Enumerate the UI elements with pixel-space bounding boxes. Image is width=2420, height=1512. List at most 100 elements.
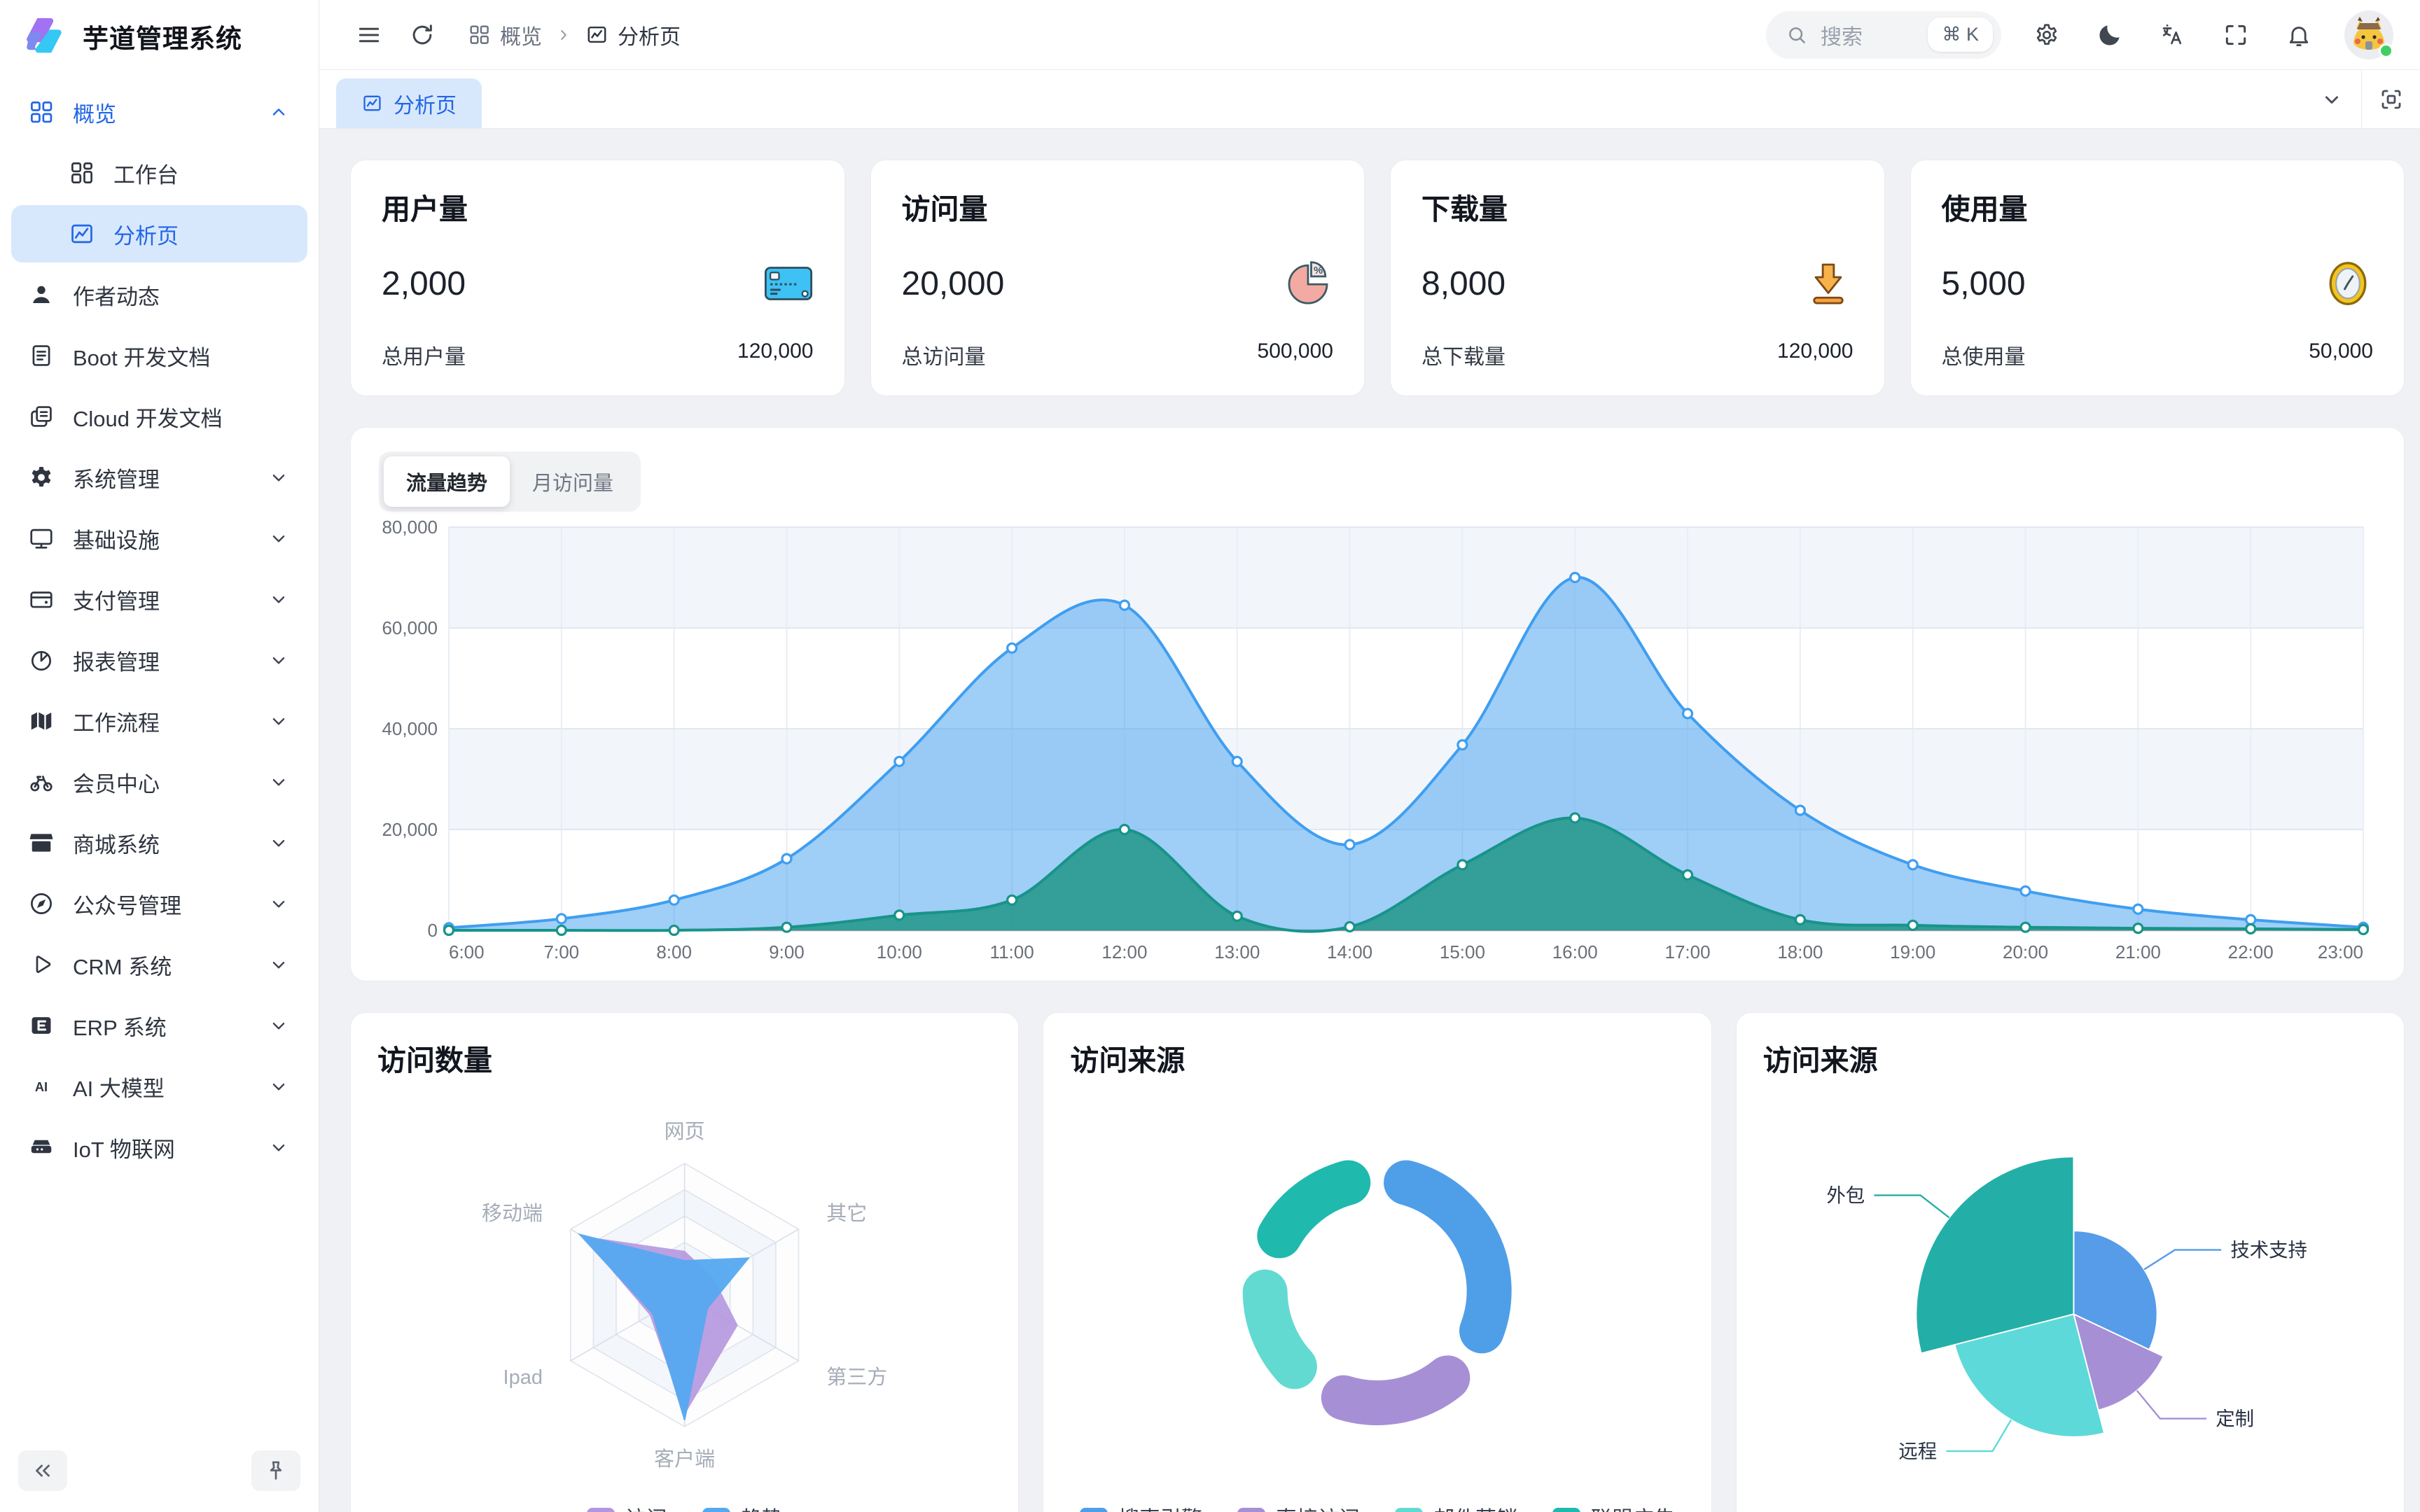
legend-swatch (587, 1508, 615, 1512)
legend-swatch (1395, 1508, 1423, 1512)
tab-list-dropdown-button[interactable] (2302, 70, 2361, 128)
sidebar-item-infra[interactable]: 基础设施 (11, 510, 307, 567)
traffic-panel: 流量趋势 月访问量 020,00040,00060,00080,0006:007… (350, 427, 2405, 981)
sidebar-item-label: IoT 物联网 (73, 1132, 175, 1163)
stat-footer-value: 120,000 (737, 340, 813, 370)
notifications-button[interactable] (2281, 18, 2316, 52)
radar-axis-label: 移动端 (482, 1202, 543, 1225)
radar-axis-label: Ipad (503, 1366, 543, 1389)
sidebar-item-cloud-docs[interactable]: Cloud 开发文档 (11, 388, 307, 445)
sidebar-item-payment[interactable]: 支付管理 (11, 570, 307, 628)
sidebar-item-report[interactable]: 报表管理 (11, 631, 307, 689)
chevron-down-icon (2319, 87, 2344, 112)
stat-title: 访问量 (902, 186, 1334, 227)
legend-item-4[interactable]: 联盟广告 (1552, 1502, 1675, 1512)
bike-icon (28, 769, 55, 795)
visit-source-rose-card: 访问来源 技术支持定制远程外包 (1736, 1012, 2405, 1512)
sidebar-item-mall[interactable]: 商城系统 (11, 814, 307, 872)
chart-icon (69, 220, 95, 247)
sidebar-item-label: 公众号管理 (73, 888, 181, 920)
avatar[interactable] (2344, 10, 2393, 59)
fullscreen-button[interactable] (2218, 18, 2253, 52)
sidebar-item-mp[interactable]: 公众号管理 (11, 875, 307, 932)
x-axis-tick: 16:00 (1552, 941, 1598, 962)
maximize-content-button[interactable] (2361, 70, 2420, 128)
shop-icon (28, 830, 55, 856)
stat-footer-value: 500,000 (1258, 340, 1333, 370)
dark-mode-button[interactable] (2092, 18, 2127, 52)
chevron-down-icon (267, 1074, 291, 1098)
sidebar-item-author-news[interactable]: 作者动态 (11, 266, 307, 323)
chevron-down-icon (267, 1135, 291, 1159)
main-column: 概览 分析页 搜索 ⌘ K (319, 0, 2420, 1512)
sidebar-item-iot[interactable]: IoT 物联网 (11, 1119, 307, 1176)
radar-axis-label: 网页 (665, 1121, 705, 1143)
play-icon (28, 951, 55, 978)
stat-value: 8,000 (1421, 265, 1505, 303)
tab-analysis[interactable]: 分析页 (336, 78, 482, 128)
gear-icon (2033, 22, 2060, 48)
legend-label: 访问 (625, 1502, 667, 1512)
sidebar-item-workbench[interactable]: 工作台 (11, 144, 307, 202)
legend-swatch (1552, 1508, 1580, 1512)
legend-item-3[interactable]: 邮件营销 (1395, 1502, 1517, 1512)
radar-axis-label: 其它 (826, 1202, 867, 1225)
search-input[interactable]: 搜索 ⌘ K (1766, 11, 2001, 59)
legend-item-1[interactable]: 访问 (587, 1502, 667, 1512)
sidebar-item-overview[interactable]: 概览 (11, 83, 307, 141)
card-title: 访问数量 (377, 1037, 992, 1079)
x-axis-tick: 17:00 (1665, 941, 1711, 962)
sidebar-item-member[interactable]: 会员中心 (11, 753, 307, 811)
x-axis-tick: 14:00 (1327, 941, 1372, 962)
legend-item-2[interactable]: 趋势 (702, 1502, 783, 1512)
breadcrumb-item-analysis[interactable]: 分析页 (585, 20, 681, 50)
sidebar: 芋道管理系统 概览工作台分析页作者动态Boot 开发文档Cloud 开发文档系统… (0, 0, 319, 1512)
x-axis-tick: 11:00 (990, 941, 1034, 962)
sidebar-item-label: 会员中心 (73, 766, 160, 798)
sidebar-item-label: 概览 (73, 97, 116, 128)
hamburger-icon (356, 22, 382, 48)
sidebar-item-workflow[interactable]: 工作流程 (11, 692, 307, 750)
y-axis-tick: 80,000 (382, 517, 438, 538)
online-status-dot (2379, 43, 2393, 58)
tab-monthly-visits[interactable]: 月访问量 (510, 456, 636, 507)
sidebar-item-erp[interactable]: ERP 系统 (11, 997, 307, 1054)
breadcrumb-label: 分析页 (618, 20, 681, 50)
search-shortcut-badge: ⌘ K (1928, 18, 1993, 52)
breadcrumb-item-overview[interactable]: 概览 (468, 20, 542, 50)
language-button[interactable] (2155, 18, 2190, 52)
sidebar-item-label: 作者动态 (73, 279, 160, 311)
refresh-icon (409, 22, 436, 48)
tab-traffic-trend[interactable]: 流量趋势 (384, 456, 510, 507)
settings-button[interactable] (2029, 18, 2064, 52)
svg-text:AI: AI (35, 1080, 48, 1094)
gear-icon (28, 464, 55, 491)
sidebar-item-boot-docs[interactable]: Boot 开发文档 (11, 327, 307, 384)
pie-callout-label: 定制 (2216, 1408, 2254, 1429)
visit-source-rose-chart: 技术支持定制远程外包 (1763, 1101, 2377, 1511)
traffic-tab-switch: 流量趋势 月访问量 (379, 451, 641, 512)
stat-card-2: 访问量20,000%总访问量500,000 (870, 160, 1365, 396)
x-axis-tick: 9:00 (769, 941, 805, 962)
stat-card-3: 下载量8,000总下载量120,000 (1390, 160, 1885, 396)
sidebar-pin-button[interactable] (251, 1450, 300, 1491)
sidebar-collapse-button[interactable] (18, 1450, 67, 1491)
chart-icon (361, 92, 383, 114)
sidebar-item-crm[interactable]: CRM 系统 (11, 936, 307, 993)
download-icon (1803, 258, 1854, 309)
sidebar-item-system[interactable]: 系统管理 (11, 449, 307, 506)
sidebar-item-label: 分析页 (113, 218, 179, 250)
stat-title: 使用量 (1942, 186, 2374, 227)
legend-label: 邮件营销 (1433, 1502, 1517, 1512)
sidebar-item-ai[interactable]: AIAI 大模型 (11, 1058, 307, 1115)
legend-item-2[interactable]: 直接访问 (1237, 1502, 1360, 1512)
stat-footer-value: 120,000 (1777, 340, 1853, 370)
sidebar-toggle-button[interactable] (352, 18, 387, 52)
refresh-button[interactable] (405, 18, 440, 52)
translate-icon (2160, 22, 2186, 48)
x-axis-tick: 13:00 (1214, 941, 1260, 962)
sidebar-item-analysis[interactable]: 分析页 (11, 205, 307, 262)
legend-label: 搜索引擎 (1118, 1502, 1202, 1512)
compass-icon (28, 890, 55, 917)
legend-item-1[interactable]: 搜索引擎 (1080, 1502, 1202, 1512)
